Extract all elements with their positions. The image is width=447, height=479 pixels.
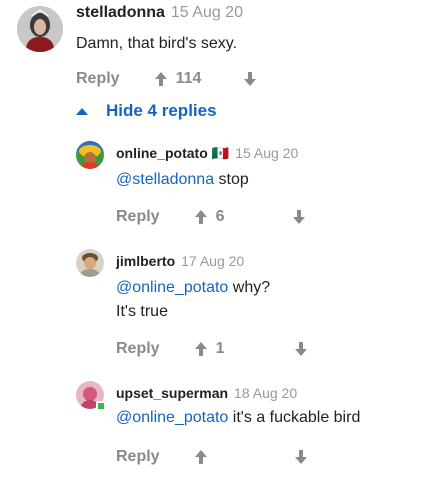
username[interactable]: upset_superman (116, 385, 228, 401)
arrow-up-icon (194, 210, 207, 224)
arrow-down-icon (293, 210, 306, 224)
downvote-button[interactable] (292, 209, 306, 225)
reply-comment: jimlberto 17 Aug 20 @online_potato why? … (0, 246, 447, 370)
reply-comment: upset_superman 18 Aug 20 @online_potato … (0, 378, 447, 478)
arrow-up-icon (194, 450, 207, 464)
avatar-wrapper (76, 381, 106, 411)
reply-button[interactable]: Reply (116, 448, 160, 466)
vote-count: 1 (215, 340, 225, 357)
comment-meta: online_potato 🇲🇽 15 Aug 20 (116, 145, 298, 162)
timestamp: 15 Aug 20 (235, 145, 299, 161)
comment-text: @online_potato why? (116, 276, 270, 300)
mention-link[interactable]: @online_potato (116, 409, 228, 426)
upvote-button[interactable]: 114 (154, 70, 202, 88)
arrow-down-icon (244, 72, 257, 86)
reply-button[interactable]: Reply (116, 340, 160, 358)
username[interactable]: online_potato (116, 145, 208, 161)
avatar[interactable] (76, 141, 104, 169)
downvote-button[interactable] (294, 449, 308, 465)
vote-count: 6 (215, 208, 225, 225)
comment-text: Damn, that bird's sexy. (76, 35, 238, 52)
comment-text-body: it's a fuckable bird (228, 409, 361, 426)
upvote-button[interactable] (194, 449, 216, 465)
hide-replies-toggle[interactable]: Hide 4 replies (76, 101, 217, 121)
mention-link[interactable]: @stelladonna (116, 171, 214, 188)
comment-meta: upset_superman 18 Aug 20 (116, 385, 297, 401)
downvote-button[interactable] (294, 341, 308, 357)
comment-actions: Reply 114 (76, 67, 257, 91)
timestamp: 15 Aug 20 (170, 4, 243, 21)
comment-text: @stelladonna stop (116, 168, 249, 192)
username[interactable]: stelladonna (76, 4, 165, 22)
mention-link[interactable]: @online_potato (116, 279, 228, 296)
comment-actions: Reply 6 (116, 205, 306, 229)
caret-up-icon (76, 107, 88, 115)
reply-button[interactable]: Reply (116, 208, 160, 226)
username[interactable]: jimlberto (116, 253, 175, 269)
comment-actions: Reply (116, 445, 308, 469)
avatar-image (76, 141, 104, 169)
mexico-flag-icon: 🇲🇽 (211, 145, 230, 161)
avatar-image (76, 249, 104, 277)
upvote-button[interactable]: 1 (194, 340, 225, 358)
downvote-button[interactable] (243, 71, 257, 87)
upvote-button[interactable]: 6 (194, 208, 225, 226)
comment-actions: Reply 1 (116, 337, 308, 361)
arrow-down-icon (294, 450, 307, 464)
arrow-up-icon (194, 342, 207, 356)
avatar[interactable] (17, 6, 63, 52)
reply-comment: online_potato 🇲🇽 15 Aug 20 @stelladonna … (0, 138, 447, 238)
avatar[interactable] (76, 249, 104, 277)
avatar-image (17, 6, 63, 52)
arrow-down-icon (295, 342, 308, 356)
comment-text-line-2: It's true (116, 303, 168, 320)
online-status-badge (96, 401, 106, 411)
hide-replies-label: Hide 4 replies (106, 101, 217, 120)
comment-meta: stelladonna 15 Aug 20 (76, 4, 243, 22)
comment-text-body: why? (228, 279, 271, 296)
vote-count: 114 (175, 70, 202, 87)
timestamp: 18 Aug 20 (234, 385, 298, 401)
arrow-up-icon (154, 72, 167, 86)
comment-meta: jimlberto 17 Aug 20 (116, 253, 244, 269)
comment-text: @online_potato it's a fuckable bird (116, 406, 360, 430)
top-comment: stelladonna 15 Aug 20 Damn, that bird's … (0, 0, 447, 100)
reply-button[interactable]: Reply (76, 70, 120, 88)
comment-text-body: stop (214, 171, 249, 188)
timestamp: 17 Aug 20 (181, 253, 245, 269)
